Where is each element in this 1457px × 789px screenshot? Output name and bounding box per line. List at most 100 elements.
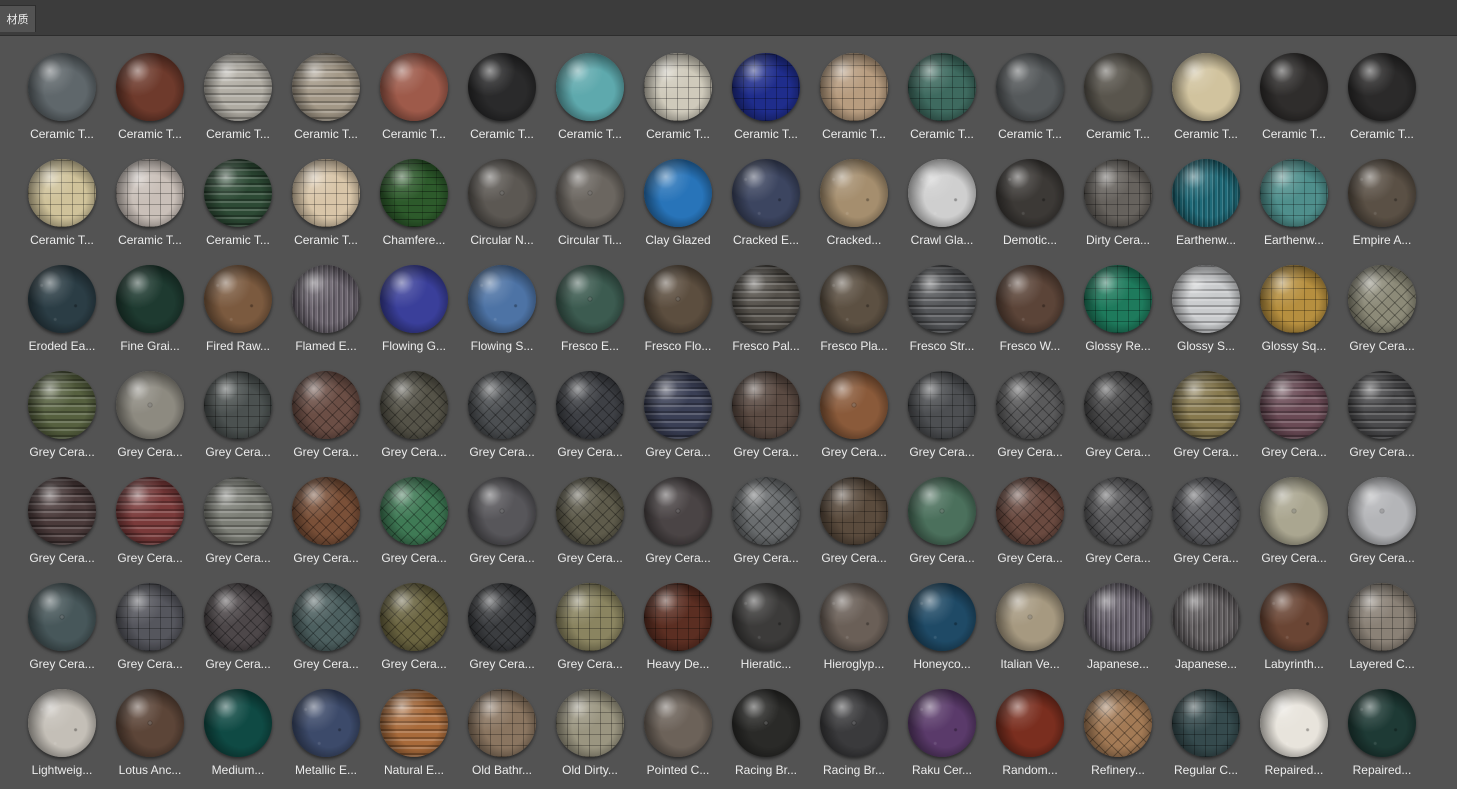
material-item[interactable]: Grey Cera... <box>546 573 634 679</box>
material-item[interactable]: Earthenw... <box>1250 149 1338 255</box>
material-item[interactable]: Fresco Flo... <box>634 255 722 361</box>
material-item[interactable]: Regular C... <box>1162 679 1250 785</box>
material-item[interactable]: Grey Cera... <box>458 467 546 573</box>
material-item[interactable]: Grey Cera... <box>1074 467 1162 573</box>
material-item[interactable]: Racing Br... <box>810 679 898 785</box>
material-item[interactable]: Grey Cera... <box>458 361 546 467</box>
material-item[interactable]: Grey Cera... <box>1074 361 1162 467</box>
material-item[interactable]: Medium... <box>194 679 282 785</box>
material-item[interactable]: Labyrinth... <box>1250 573 1338 679</box>
material-item[interactable]: Ceramic T... <box>1250 43 1338 149</box>
material-item[interactable]: Grey Cera... <box>986 467 1074 573</box>
material-item[interactable]: Grey Cera... <box>370 573 458 679</box>
material-item[interactable]: Circular N... <box>458 149 546 255</box>
material-item[interactable]: Grey Cera... <box>370 361 458 467</box>
material-item[interactable]: Grey Cera... <box>1338 255 1426 361</box>
material-item[interactable]: Ceramic T... <box>194 149 282 255</box>
material-item[interactable]: Old Dirty... <box>546 679 634 785</box>
material-item[interactable]: Grey Cera... <box>282 361 370 467</box>
material-item[interactable]: Ceramic T... <box>458 43 546 149</box>
material-item[interactable]: Grey Cera... <box>18 361 106 467</box>
material-item[interactable]: Cracked... <box>810 149 898 255</box>
material-item[interactable]: Eroded Ea... <box>18 255 106 361</box>
material-item[interactable]: Grey Cera... <box>1162 361 1250 467</box>
material-item[interactable]: Grey Cera... <box>546 361 634 467</box>
material-item[interactable]: Grey Cera... <box>282 467 370 573</box>
material-item[interactable]: Grey Cera... <box>898 467 986 573</box>
material-item[interactable]: Repaired... <box>1338 679 1426 785</box>
material-item[interactable]: Grey Cera... <box>194 467 282 573</box>
material-item[interactable]: Grey Cera... <box>722 361 810 467</box>
material-item[interactable]: Flowing S... <box>458 255 546 361</box>
material-item[interactable]: Grey Cera... <box>546 467 634 573</box>
material-item[interactable]: Racing Br... <box>722 679 810 785</box>
material-item[interactable]: Ceramic T... <box>18 43 106 149</box>
material-item[interactable]: Crawl Gla... <box>898 149 986 255</box>
material-item[interactable]: Grey Cera... <box>1250 361 1338 467</box>
material-item[interactable]: Glossy Re... <box>1074 255 1162 361</box>
material-item[interactable]: Empire A... <box>1338 149 1426 255</box>
material-item[interactable]: Grey Cera... <box>458 573 546 679</box>
material-item[interactable]: Clay Glazed <box>634 149 722 255</box>
material-item[interactable]: Earthenw... <box>1162 149 1250 255</box>
material-item[interactable]: Lightweig... <box>18 679 106 785</box>
material-item[interactable]: Ceramic T... <box>986 43 1074 149</box>
material-item[interactable]: Refinery... <box>1074 679 1162 785</box>
material-item[interactable]: Fresco W... <box>986 255 1074 361</box>
material-item[interactable]: Flamed E... <box>282 255 370 361</box>
material-item[interactable]: Ceramic T... <box>18 149 106 255</box>
material-item[interactable]: Fine Grai... <box>106 255 194 361</box>
material-item[interactable]: Grey Cera... <box>18 467 106 573</box>
material-item[interactable]: Random... <box>986 679 1074 785</box>
material-item[interactable]: Grey Cera... <box>106 361 194 467</box>
material-item[interactable]: Ceramic T... <box>1162 43 1250 149</box>
material-item[interactable]: Grey Cera... <box>634 467 722 573</box>
material-item[interactable]: Fresco Pal... <box>722 255 810 361</box>
material-item[interactable]: Grey Cera... <box>282 573 370 679</box>
material-item[interactable]: Fresco E... <box>546 255 634 361</box>
material-item[interactable]: Hieratic... <box>722 573 810 679</box>
material-item[interactable]: Ceramic T... <box>634 43 722 149</box>
material-item[interactable]: Flowing G... <box>370 255 458 361</box>
material-item[interactable]: Grey Cera... <box>810 361 898 467</box>
material-item[interactable]: Japanese... <box>1074 573 1162 679</box>
material-item[interactable]: Demotic... <box>986 149 1074 255</box>
tab-materials[interactable]: 材质 <box>0 5 36 32</box>
material-item[interactable]: Grey Cera... <box>106 467 194 573</box>
material-item[interactable]: Grey Cera... <box>986 361 1074 467</box>
material-item[interactable]: Old Bathr... <box>458 679 546 785</box>
material-item[interactable]: Ceramic T... <box>282 149 370 255</box>
material-item[interactable]: Natural E... <box>370 679 458 785</box>
material-item[interactable]: Hieroglyp... <box>810 573 898 679</box>
material-item[interactable]: Glossy S... <box>1162 255 1250 361</box>
material-item[interactable]: Dirty Cera... <box>1074 149 1162 255</box>
material-item[interactable]: Cracked E... <box>722 149 810 255</box>
material-item[interactable]: Grey Cera... <box>1338 467 1426 573</box>
material-item[interactable]: Grey Cera... <box>106 573 194 679</box>
material-item[interactable]: Fresco Pla... <box>810 255 898 361</box>
material-item[interactable]: Ceramic T... <box>282 43 370 149</box>
material-item[interactable]: Grey Cera... <box>1250 467 1338 573</box>
material-item[interactable]: Ceramic T... <box>546 43 634 149</box>
material-item[interactable]: Ceramic T... <box>106 149 194 255</box>
material-item[interactable]: Ceramic T... <box>106 43 194 149</box>
material-item[interactable]: Grey Cera... <box>194 361 282 467</box>
material-item[interactable]: Grey Cera... <box>1338 361 1426 467</box>
material-item[interactable]: Heavy De... <box>634 573 722 679</box>
material-item[interactable]: Ceramic T... <box>722 43 810 149</box>
material-item[interactable]: Pointed C... <box>634 679 722 785</box>
material-item[interactable]: Grey Cera... <box>370 467 458 573</box>
material-item[interactable]: Grey Cera... <box>18 573 106 679</box>
material-item[interactable]: Honeyco... <box>898 573 986 679</box>
material-item[interactable]: Grey Cera... <box>634 361 722 467</box>
material-item[interactable]: Metallic E... <box>282 679 370 785</box>
material-item[interactable]: Ceramic T... <box>1338 43 1426 149</box>
material-item[interactable]: Glossy Sq... <box>1250 255 1338 361</box>
material-item[interactable]: Ceramic T... <box>1074 43 1162 149</box>
material-item[interactable]: Ceramic T... <box>194 43 282 149</box>
material-item[interactable]: Grey Cera... <box>810 467 898 573</box>
material-item[interactable]: Grey Cera... <box>1162 467 1250 573</box>
material-item[interactable]: Italian Ve... <box>986 573 1074 679</box>
material-item[interactable]: Japanese... <box>1162 573 1250 679</box>
material-item[interactable]: Circular Ti... <box>546 149 634 255</box>
